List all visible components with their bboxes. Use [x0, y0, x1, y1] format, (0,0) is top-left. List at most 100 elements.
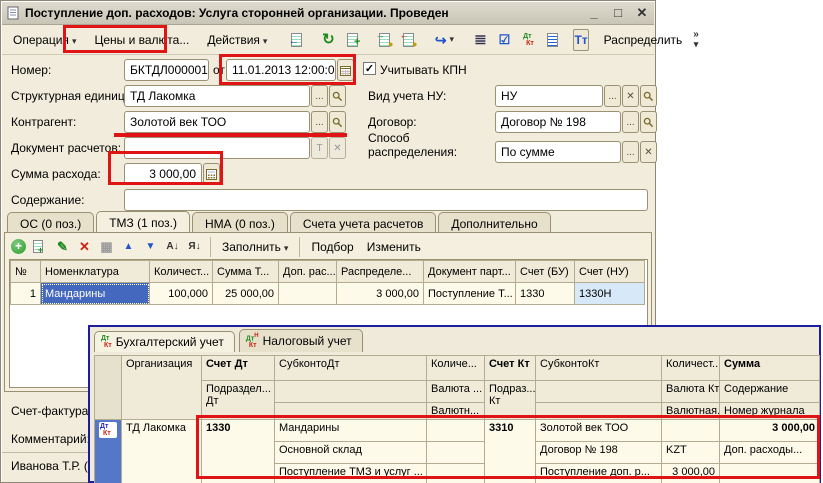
tab-additional[interactable]: Дополнительно: [438, 212, 550, 234]
close-icon[interactable]: ✕: [634, 5, 650, 21]
unpost-document-icon[interactable]: ●←: [397, 29, 419, 51]
ellipsis-button[interactable]: ...: [604, 85, 621, 107]
col-header[interactable]: Распределе...: [337, 261, 424, 283]
col-header[interactable]: Валютн...: [427, 403, 485, 420]
date-input[interactable]: 11.01.2013 12:00:01: [226, 59, 336, 81]
col-header[interactable]: №: [11, 261, 41, 283]
cell-credit-subconto-2[interactable]: Договор № 198: [536, 442, 662, 464]
ellipsis-button[interactable]: ...: [311, 111, 328, 133]
cell-organization[interactable]: ТД Лакомка: [122, 420, 202, 483]
prices-currency-button[interactable]: Цены и валюта...: [86, 29, 197, 51]
col-header[interactable]: Сумма: [720, 356, 820, 381]
col-header[interactable]: Количест...: [150, 261, 213, 283]
col-header[interactable]: Организация: [122, 356, 202, 420]
col-header[interactable]: Содержание: [720, 381, 820, 403]
magnifier-icon[interactable]: [329, 111, 346, 133]
go-to-icon[interactable]: ↪▾: [429, 29, 459, 51]
table-row[interactable]: 1 Мандарины 100,000 25 000,00 3 000,00 П…: [11, 283, 645, 305]
delete-row-icon[interactable]: ✕: [75, 237, 94, 256]
tab-nma[interactable]: НМА (0 поз.): [192, 212, 288, 234]
col-header[interactable]: Сумма Т...: [213, 261, 279, 283]
calculator-icon[interactable]: [203, 163, 220, 185]
calendar-icon[interactable]: [337, 59, 354, 81]
col-header[interactable]: Подраздел... Дт: [202, 381, 275, 420]
move-up-icon[interactable]: ▲: [119, 237, 138, 256]
cell-nomenclature[interactable]: Мандарины: [41, 283, 150, 305]
col-header[interactable]: Валюта ...: [427, 381, 485, 403]
col-header[interactable]: Счет (БУ): [516, 261, 575, 283]
cell-debit-subconto-3[interactable]: Поступление ТМЗ и услуг ...: [275, 464, 427, 483]
type-button[interactable]: T: [311, 137, 328, 159]
sort-asc-icon[interactable]: А↓: [163, 237, 182, 256]
cell-quantity[interactable]: 100,000: [150, 283, 213, 305]
settlement-doc-input[interactable]: [124, 137, 310, 159]
cell-account-nu[interactable]: 1330Н: [575, 283, 645, 305]
check-rows-icon[interactable]: ☑: [493, 29, 515, 51]
move-down-icon[interactable]: ▼: [141, 237, 160, 256]
copy-document-icon[interactable]: +: [341, 29, 363, 51]
col-header[interactable]: Номер журнала: [720, 403, 820, 420]
col-header[interactable]: СубконтоКт: [536, 356, 662, 381]
save-icon[interactable]: ▦: [97, 237, 116, 256]
edit-row-icon[interactable]: ✎: [53, 237, 72, 256]
magnifier-icon[interactable]: [640, 85, 657, 107]
cell-journal-number[interactable]: [720, 464, 820, 483]
posting-selector-cell[interactable]: ДтКт: [95, 420, 122, 483]
minimize-icon[interactable]: _: [586, 5, 602, 21]
change-button[interactable]: Изменить: [362, 238, 426, 256]
tab-settlement-accounts[interactable]: Счета учета расчетов: [290, 212, 436, 234]
number-input[interactable]: БКТДЛ000001: [124, 59, 209, 81]
tab-os[interactable]: ОС (0 поз.): [7, 212, 94, 234]
col-header[interactable]: Доп. рас...: [279, 261, 337, 283]
nu-accounting-input[interactable]: НУ: [495, 85, 603, 107]
cell-sum[interactable]: 25 000,00: [213, 283, 279, 305]
col-header[interactable]: Подраз... Кт: [485, 381, 536, 420]
copy-row-icon[interactable]: +: [31, 237, 50, 256]
ellipsis-button[interactable]: ...: [622, 111, 639, 133]
cell-account-bu[interactable]: 1330: [516, 283, 575, 305]
tab-accounting[interactable]: ДтКт Бухгалтерский учет: [94, 331, 235, 352]
col-header[interactable]: Количе...: [427, 356, 485, 381]
cell-distributed[interactable]: 3 000,00: [337, 283, 424, 305]
contract-input[interactable]: Договор № 198: [495, 111, 621, 133]
content-input[interactable]: [124, 189, 648, 211]
distribution-method-input[interactable]: По сумме: [495, 141, 621, 163]
post-document-icon[interactable]: ●→: [373, 29, 395, 51]
clear-icon[interactable]: ✕: [640, 141, 657, 163]
journal-icon[interactable]: [541, 29, 563, 51]
cell-debit-subconto-1[interactable]: Мандарины: [275, 420, 427, 442]
clear-icon[interactable]: ✕: [329, 137, 346, 159]
list-settings-icon[interactable]: ≣: [469, 29, 491, 51]
cell-debit-qty-1[interactable]: [427, 420, 485, 442]
tab-tax-accounting[interactable]: ДтНКт Налоговый учет: [239, 329, 363, 352]
maximize-icon[interactable]: □: [610, 5, 626, 21]
ellipsis-button[interactable]: ...: [622, 141, 639, 163]
col-header[interactable]: СубконтоДт: [275, 356, 427, 381]
cell-credit-subconto-3[interactable]: Поступление доп. р...: [536, 464, 662, 483]
magnifier-icon[interactable]: [329, 85, 346, 107]
kpn-checkbox[interactable]: ✓: [363, 62, 376, 75]
actions-menu-button[interactable]: Действия▾: [199, 29, 275, 51]
operation-menu-button[interactable]: Операция▾: [5, 29, 84, 51]
add-row-icon[interactable]: +: [9, 237, 28, 256]
cell-credit-currency-amount[interactable]: 3 000,00: [662, 464, 720, 483]
text-settings-icon[interactable]: Тт: [573, 29, 588, 51]
pick-button[interactable]: Подбор: [306, 238, 358, 256]
ellipsis-button[interactable]: ...: [311, 85, 328, 107]
distribute-button[interactable]: Распределить: [595, 29, 692, 51]
cell-credit-subconto-1[interactable]: Золотой век ТОО: [536, 420, 662, 442]
cell-credit-qty-1[interactable]: [662, 420, 720, 442]
col-header[interactable]: Валютная...: [662, 403, 720, 420]
col-header[interactable]: Счет Кт: [485, 356, 536, 381]
cell-debit-subconto-2[interactable]: Основной склад: [275, 442, 427, 464]
col-header[interactable]: Количест...: [662, 356, 720, 381]
refresh-icon[interactable]: ↻: [317, 29, 339, 51]
col-header[interactable]: Счет (НУ): [575, 261, 645, 283]
cell-debit-qty-2[interactable]: [427, 442, 485, 464]
counterparty-input[interactable]: Золотой век ТОО: [124, 111, 310, 133]
toolbar-overflow-button[interactable]: »▾: [693, 30, 699, 49]
post-and-close-icon[interactable]: ←: [285, 29, 307, 51]
cell-content[interactable]: Доп. расходы...: [720, 442, 820, 464]
magnifier-icon[interactable]: [640, 111, 657, 133]
cell-credit-currency[interactable]: KZT: [662, 442, 720, 464]
